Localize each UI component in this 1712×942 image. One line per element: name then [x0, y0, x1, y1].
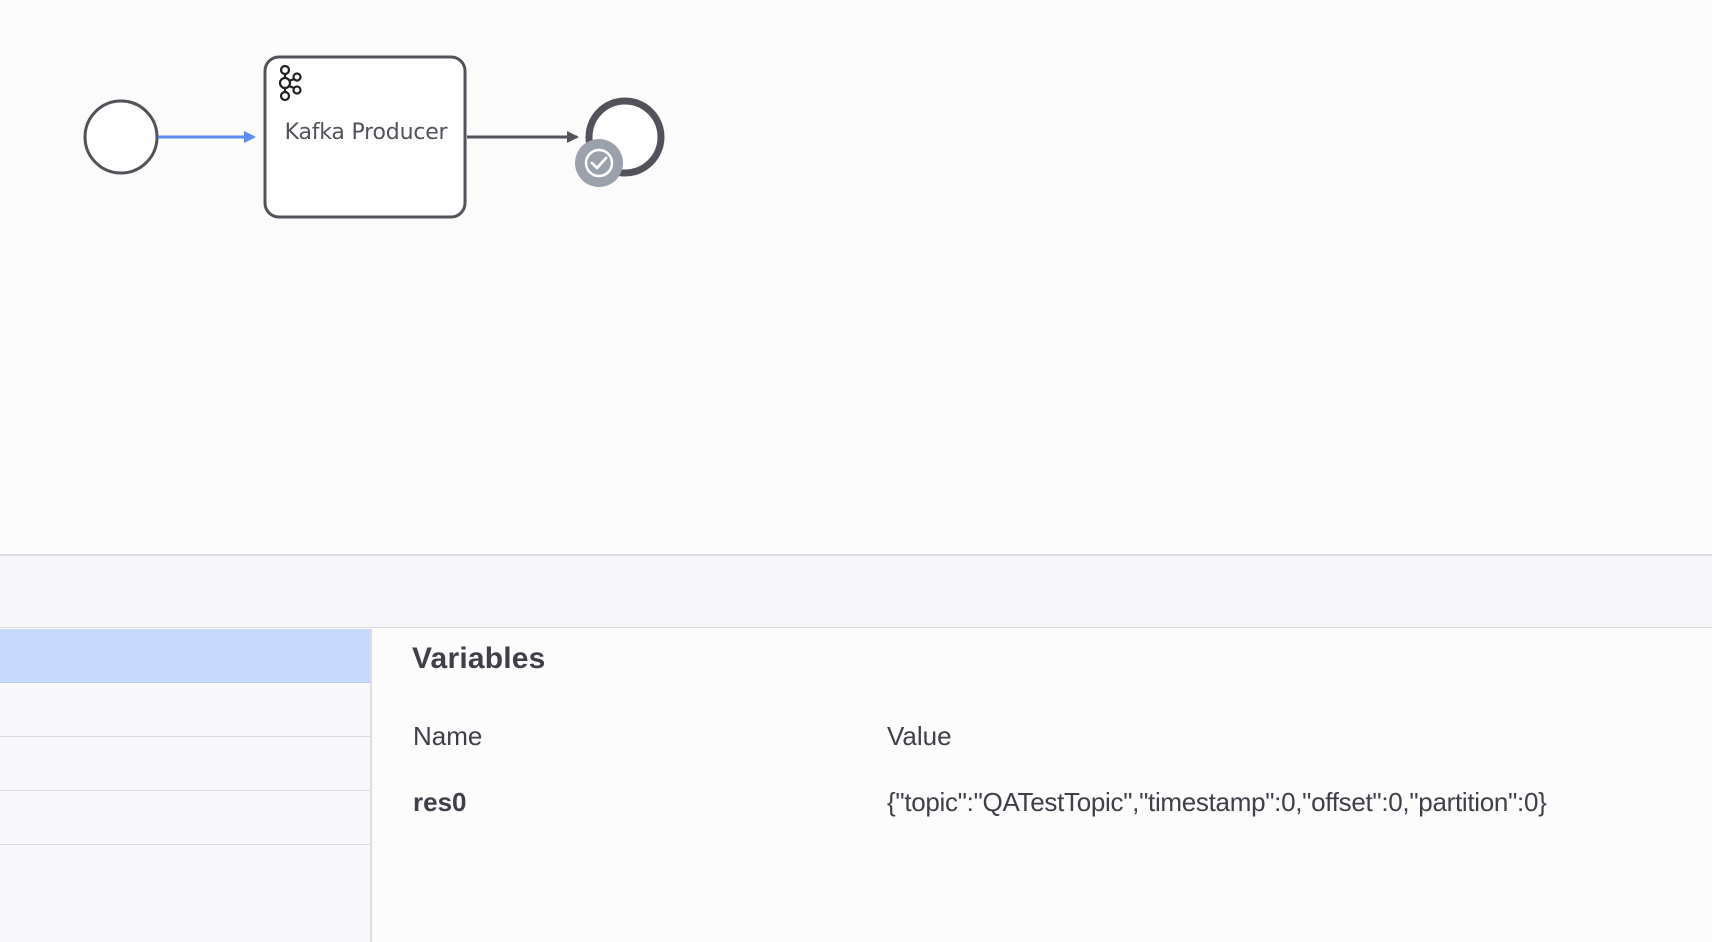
operate-instance-view: Kafka Producer Variables Name Value res0…	[0, 0, 1712, 942]
panel-header-bar	[0, 556, 1712, 628]
bpmn-diagram-canvas[interactable]: Kafka Producer	[0, 0, 1712, 555]
start-event[interactable]	[83, 99, 159, 175]
tree-row[interactable]	[0, 683, 370, 737]
instance-history-tree	[0, 629, 372, 942]
variables-panel: Variables Name Value res0 {"topic":"QATe…	[374, 629, 1712, 942]
variable-value[interactable]: {"topic":"QATestTopic","timestamp":0,"of…	[887, 787, 1547, 818]
variables-title: Variables	[412, 642, 546, 675]
check-circle-icon	[575, 139, 623, 187]
tree-row[interactable]	[0, 791, 370, 845]
tree-row[interactable]	[0, 737, 370, 791]
column-header-value: Value	[887, 721, 952, 751]
task-label: Kafka Producer	[284, 120, 448, 145]
column-header-name: Name	[413, 721, 483, 751]
tree-row-selected[interactable]	[0, 629, 370, 683]
variable-name: res0	[413, 787, 467, 817]
